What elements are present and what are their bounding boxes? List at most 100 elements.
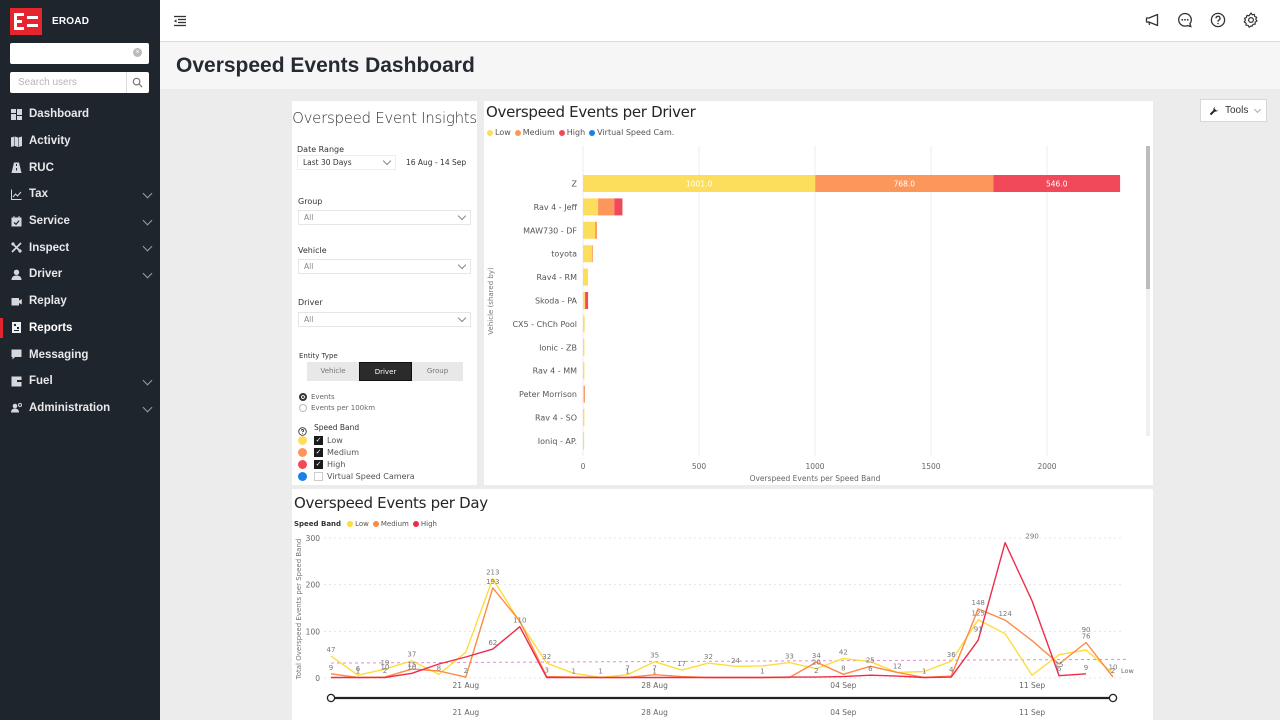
driver-dropdown[interactable]: All [298,312,471,327]
sidebar-item-replay[interactable]: Replay [0,288,160,315]
entity-type-label: Entity Type [299,352,338,360]
chevron-down-icon[interactable] [142,215,153,226]
sidebar-item-messaging[interactable]: Messaging [0,341,160,368]
events-radio[interactable] [299,393,307,401]
bar-segment-low[interactable] [583,409,585,426]
chevron-down-icon[interactable] [142,241,153,252]
bar-segment-low[interactable] [583,198,599,216]
bar-segment-medium[interactable] [583,385,585,403]
bar-segment-low[interactable] [583,292,585,309]
brand[interactable]: EROAD [10,8,89,35]
collapse-menu-button[interactable] [173,14,187,32]
bar-segment-low[interactable] [583,315,585,333]
chevron-down-icon [1254,105,1262,113]
point-label: 9 [1084,664,1088,672]
vehicle-label: Vehicle [298,246,327,255]
tools-button[interactable]: Tools [1200,99,1267,122]
point-label: 20 [812,659,821,667]
point-label: 33 [785,653,794,661]
point-label: 17 [677,660,686,668]
slider-start-handle[interactable] [326,693,336,703]
bar-segment-high[interactable] [585,292,589,309]
sidebar-item-ruc[interactable]: RUC [0,154,160,181]
insights-panel: Overspeed Event Insights Date Range Last… [292,101,477,485]
search-users-input[interactable] [10,72,126,93]
chevron-down-icon[interactable] [142,375,153,386]
global-filter-input[interactable]: × [10,43,149,64]
driver-bar-chart: 0 500 1000 1500 2000 Overspeed Events per Spe… [487,146,1121,483]
chevron-down-icon [382,156,392,166]
search-button[interactable] [126,72,148,93]
page-header: Overspeed Events Dashboard [160,43,1280,89]
category-label: toyota [551,250,577,259]
sidebar-item-fuel[interactable]: Fuel [0,368,160,395]
chevron-down-icon[interactable] [142,188,153,199]
messages-button[interactable] [1176,11,1194,29]
chevron-down-icon[interactable] [142,402,153,413]
x-tick-label: 28 Aug [641,681,668,690]
date-range-text: 16 Aug - 14 Sep [406,158,467,167]
slider-tick-label: 11 Sep [1019,708,1045,717]
series-line-low[interactable] [330,577,1114,679]
chevron-down-icon[interactable] [142,268,153,279]
events-per-100km-radio[interactable] [299,404,307,412]
bar-segment-low[interactable] [583,268,589,286]
speed-band-color-high [298,460,307,469]
category-label: Rav4 - RM [536,273,577,282]
speed-band-checkbox-low[interactable]: ✓ [314,436,323,445]
sidebar-item-tax[interactable]: Tax [0,181,160,208]
clear-icon[interactable]: × [133,48,142,57]
sidebar-item-reports[interactable]: Reports [0,315,160,342]
vehicle-dropdown[interactable]: All [298,259,471,274]
bar-segment-low[interactable] [583,362,585,380]
y-tick-label: 0 [315,674,320,683]
settings-button[interactable] [1242,11,1260,29]
megaphone-icon [1145,13,1158,27]
point-label: 124 [998,610,1012,618]
sidebar-item-inspect[interactable]: Inspect [0,234,160,261]
report-icon [11,322,22,334]
slider-tick-label: 04 Sep [830,708,856,717]
point-label: 32 [542,653,551,661]
chart-scrollbar[interactable] [1146,146,1150,436]
bar-segment-low[interactable] [583,338,585,356]
bar-segment-medium[interactable] [591,245,593,263]
bar-segment-low[interactable] [583,432,585,450]
sidebar-item-label: Tax [29,188,48,201]
sidebar-item-dashboard[interactable]: Dashboard [0,101,160,128]
help-button[interactable] [1209,11,1227,29]
sidebar-item-driver[interactable]: Driver [0,261,160,288]
bar-segment-high[interactable] [614,198,623,216]
bar-segment-medium[interactable] [595,221,597,239]
speed-band-label: Speed Band [314,423,360,432]
date-range-dropdown[interactable]: Last 30 Days [297,155,396,170]
entity-vehicle-button[interactable]: Vehicle [307,362,359,381]
bar-segment-low[interactable] [583,221,596,239]
speed-band-checkbox-medium[interactable]: ✓ [314,448,323,457]
scrollbar-thumb[interactable] [1146,146,1150,289]
point-label: 2 [1111,667,1115,675]
bar-segment-low[interactable] [583,245,592,263]
bar-segment-low[interactable] [583,385,584,403]
map-icon [11,136,22,147]
sidebar-item-service[interactable]: Service [0,208,160,235]
sidebar-item-administration[interactable]: Administration [0,395,160,422]
point-label: 8 [437,664,441,672]
sidebar-item-activity[interactable]: Activity [0,128,160,155]
point-label: 1 [922,668,926,676]
menu-collapse-icon [174,15,186,27]
point-label: 110 [513,617,526,625]
slider-end-handle[interactable] [1108,693,1118,703]
slider-tick-label: 21 Aug [453,708,480,717]
point-label: 290 [1025,533,1038,541]
date-range-value: Last 30 Days [303,158,352,167]
bar-data-label: 768.0 [894,180,916,189]
announcements-button[interactable] [1143,11,1161,29]
entity-driver-button[interactable]: Driver [359,362,412,381]
speed-band-checkbox-virtual-speed-camera[interactable] [314,472,323,481]
group-dropdown[interactable]: All [298,210,471,225]
speed-band-checkbox-high[interactable]: ✓ [314,460,323,469]
bar-segment-medium[interactable] [598,198,615,216]
speed-band-label-high: High [327,460,346,469]
entity-group-button[interactable]: Group [412,362,463,381]
